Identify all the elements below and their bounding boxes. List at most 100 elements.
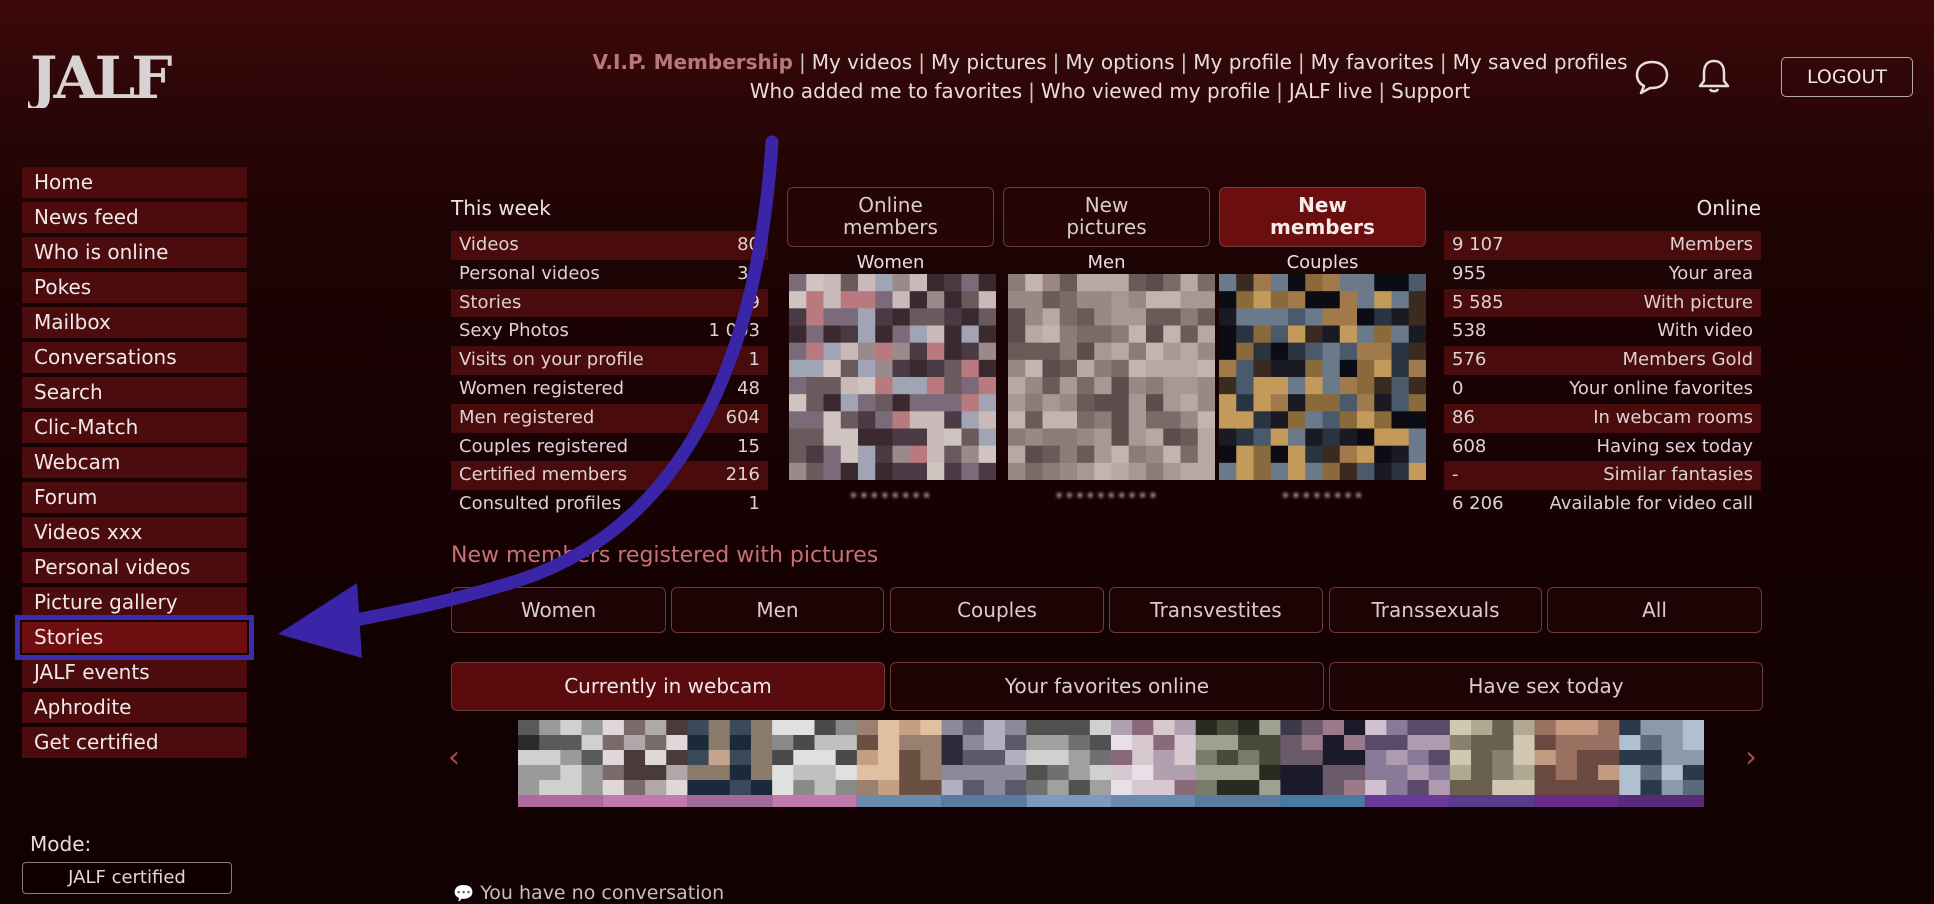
tab-currently-in-webcam[interactable]: Currently in webcam bbox=[451, 662, 885, 711]
stat-value: 36 bbox=[737, 262, 760, 284]
stat-value: 538 bbox=[1452, 320, 1487, 342]
sidebar-item-forum[interactable]: Forum bbox=[22, 482, 247, 513]
nav-jalf-live[interactable]: JALF live bbox=[1289, 79, 1373, 103]
stat-label: With picture bbox=[1643, 291, 1753, 313]
jalf-logo[interactable]: JALF bbox=[28, 44, 178, 108]
member-name-couples[interactable]: •••••••• bbox=[1219, 486, 1426, 505]
stat-value: 576 bbox=[1452, 349, 1487, 371]
bell-icon[interactable] bbox=[1694, 56, 1734, 96]
this-week-table: Videos 80 Personal videos 36 Stories 9 Sexy Ph… bbox=[451, 231, 768, 519]
stat-row[interactable]: Stories 9 bbox=[451, 288, 768, 318]
chat-bubble-icon[interactable] bbox=[1632, 56, 1672, 96]
member-photo-couples[interactable] bbox=[1219, 274, 1426, 480]
thumb-label-couples: Couples bbox=[1286, 252, 1359, 273]
sidebar-item-search[interactable]: Search bbox=[22, 377, 247, 408]
stat-value: - bbox=[1452, 464, 1459, 486]
nav-my-videos[interactable]: My videos bbox=[812, 50, 913, 74]
top-nav-row-1: V.I.P. Membership | My videos | My pictures |… bbox=[592, 50, 1628, 74]
stat-row[interactable]: 9 107 Members bbox=[1444, 231, 1761, 260]
member-name-men[interactable]: •••••••••• bbox=[1003, 486, 1210, 505]
sidebar-item-videos-xxx[interactable]: Videos xxx bbox=[22, 517, 247, 548]
sidebar-item-clic-match[interactable]: Clic-Match bbox=[22, 412, 247, 443]
stat-label: Certified members bbox=[459, 464, 628, 486]
nav-my-pictures[interactable]: My pictures bbox=[931, 50, 1047, 74]
stat-row[interactable]: 0 Your online favorites bbox=[1444, 375, 1761, 404]
sidebar-item-get-certified[interactable]: Get certified bbox=[22, 727, 247, 758]
member-photo-women[interactable] bbox=[789, 274, 996, 480]
member-photo-men[interactable] bbox=[1008, 274, 1215, 480]
sidebar-item-stories[interactable]: Stories bbox=[15, 615, 254, 660]
nav-vip-membership[interactable]: V.I.P. Membership bbox=[592, 50, 792, 74]
webcam-thumbnail-strip[interactable] bbox=[518, 720, 1704, 807]
nav-support[interactable]: Support bbox=[1391, 79, 1470, 103]
stat-row[interactable]: Women registered 48 bbox=[451, 375, 768, 404]
sidebar-item-mailbox[interactable]: Mailbox bbox=[22, 307, 247, 338]
nav-my-options[interactable]: My options bbox=[1065, 50, 1174, 74]
mode-select[interactable]: JALF certified bbox=[22, 862, 232, 894]
tab-favorites-online[interactable]: Your favorites online bbox=[890, 662, 1324, 711]
sidebar-item-aphrodite[interactable]: Aphrodite bbox=[22, 692, 247, 723]
sidebar-item-home[interactable]: Home bbox=[22, 167, 247, 198]
nav-who-added-me[interactable]: Who added me to favorites bbox=[750, 79, 1022, 103]
stat-row[interactable]: Men registered 604 bbox=[451, 403, 768, 433]
sidebar-item-pokes[interactable]: Pokes bbox=[22, 272, 247, 303]
stat-value: 0 bbox=[1452, 377, 1464, 399]
sidebar-item-webcam[interactable]: Webcam bbox=[22, 447, 247, 478]
sidebar-item-who-is-online[interactable]: Who is online bbox=[22, 237, 247, 268]
stat-value: 604 bbox=[725, 406, 760, 428]
category-women-button[interactable]: Women bbox=[451, 587, 666, 633]
new-members-button[interactable]: New members bbox=[1219, 187, 1426, 247]
category-transvestites-button[interactable]: Transvestites bbox=[1109, 587, 1323, 633]
stat-value: 48 bbox=[737, 377, 760, 399]
stat-row[interactable]: Couples registered 15 bbox=[451, 433, 768, 462]
new-pictures-button[interactable]: New pictures bbox=[1003, 187, 1210, 247]
stat-row[interactable]: 86 In webcam rooms bbox=[1444, 403, 1761, 433]
stat-row[interactable]: 576 Members Gold bbox=[1444, 346, 1761, 375]
stat-label: With video bbox=[1657, 320, 1753, 342]
nav-my-favorites[interactable]: My favorites bbox=[1311, 50, 1434, 74]
stat-value: 80 bbox=[737, 234, 760, 255]
nav-my-profile[interactable]: My profile bbox=[1193, 50, 1292, 74]
sidebar-item-jalf-events[interactable]: JALF events bbox=[22, 657, 247, 688]
online-members-button[interactable]: Online members bbox=[787, 187, 994, 247]
tab-have-sex-today[interactable]: Have sex today bbox=[1329, 662, 1763, 711]
stat-label: In webcam rooms bbox=[1593, 406, 1753, 428]
chat-icon: 💬 bbox=[453, 884, 475, 904]
carousel-next-arrow[interactable]: › bbox=[1745, 740, 1757, 775]
stat-row[interactable]: 6 206 Available for video call bbox=[1444, 490, 1761, 519]
stat-row[interactable]: - Similar fantasies bbox=[1444, 461, 1761, 491]
stat-label: Men registered bbox=[459, 406, 595, 428]
stat-row[interactable]: 5 585 With picture bbox=[1444, 288, 1761, 318]
sidebar-item-personal-videos[interactable]: Personal videos bbox=[22, 552, 247, 583]
sidebar-item-picture-gallery[interactable]: Picture gallery bbox=[22, 587, 247, 618]
online-members-line1: Online bbox=[858, 193, 923, 217]
new-members-line2: members bbox=[1270, 215, 1375, 239]
carousel-prev-arrow[interactable]: ‹ bbox=[448, 740, 460, 775]
online-members-line2: members bbox=[843, 215, 938, 239]
category-men-button[interactable]: Men bbox=[671, 587, 884, 633]
stat-label: Videos bbox=[459, 234, 519, 255]
stat-row[interactable]: 608 Having sex today bbox=[1444, 433, 1761, 462]
member-name-women[interactable]: •••••••• bbox=[787, 486, 994, 505]
svg-text:JALF: JALF bbox=[28, 44, 172, 108]
stat-row[interactable]: Personal videos 36 bbox=[451, 260, 768, 289]
stat-row[interactable]: Certified members 216 bbox=[451, 461, 768, 491]
nav-my-saved-profiles[interactable]: My saved profiles bbox=[1453, 50, 1628, 74]
stat-row[interactable]: Visits on your profile 1 bbox=[451, 346, 768, 375]
sidebar-item-conversations[interactable]: Conversations bbox=[22, 342, 247, 373]
stat-row[interactable]: 955 Your area bbox=[1444, 260, 1761, 289]
stat-row[interactable]: Sexy Photos 1 003 bbox=[451, 317, 768, 346]
stat-row[interactable]: Videos 80 bbox=[451, 231, 768, 260]
thumb-label-women: Women bbox=[856, 252, 925, 273]
stat-row[interactable]: Consulted profiles 1 bbox=[451, 490, 768, 519]
category-transsexuals-button[interactable]: Transsexuals bbox=[1329, 587, 1542, 633]
new-pictures-line2: pictures bbox=[1066, 215, 1147, 239]
logout-button[interactable]: LOGOUT bbox=[1781, 57, 1913, 97]
nav-who-viewed-me[interactable]: Who viewed my profile bbox=[1041, 79, 1270, 103]
sidebar-item-news-feed[interactable]: News feed bbox=[22, 202, 247, 233]
category-all-button[interactable]: All bbox=[1547, 587, 1762, 633]
stat-row[interactable]: 538 With video bbox=[1444, 317, 1761, 346]
thumb-label-men: Men bbox=[1087, 252, 1126, 273]
category-couples-button[interactable]: Couples bbox=[890, 587, 1104, 633]
online-title: Online bbox=[1696, 196, 1761, 220]
